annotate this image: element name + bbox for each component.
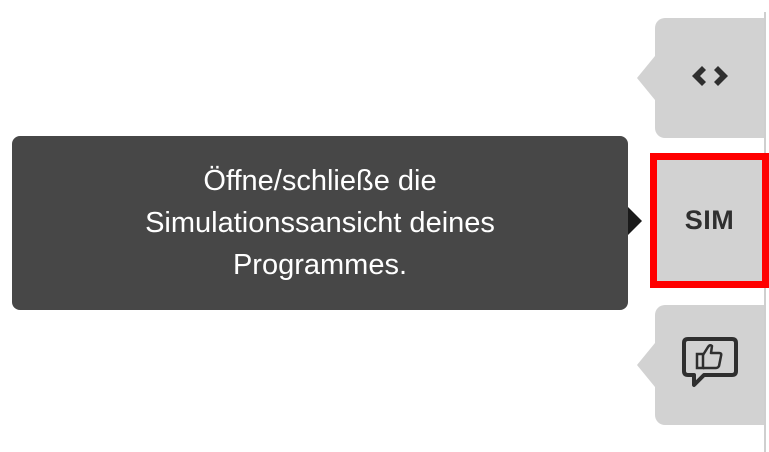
sim-label: SIM (684, 205, 735, 235)
ide-right-edge: SIM Öffne/schließe die Simulationssansic… (0, 0, 769, 452)
feedback-tab[interactable] (637, 305, 764, 425)
simulation-tooltip: Öffne/schließe die Simulationssansicht d… (12, 136, 628, 310)
thumbs-up-speech-bubble-icon (680, 335, 740, 396)
code-brackets-icon (688, 63, 732, 94)
tooltip-arrow (628, 207, 642, 235)
code-view-tab[interactable] (637, 18, 764, 138)
tab-notch (637, 343, 655, 387)
simulation-toggle-button[interactable]: SIM (650, 153, 769, 288)
tooltip-text: Öffne/schließe die Simulationssansicht d… (145, 165, 495, 281)
tab-notch (637, 56, 655, 100)
